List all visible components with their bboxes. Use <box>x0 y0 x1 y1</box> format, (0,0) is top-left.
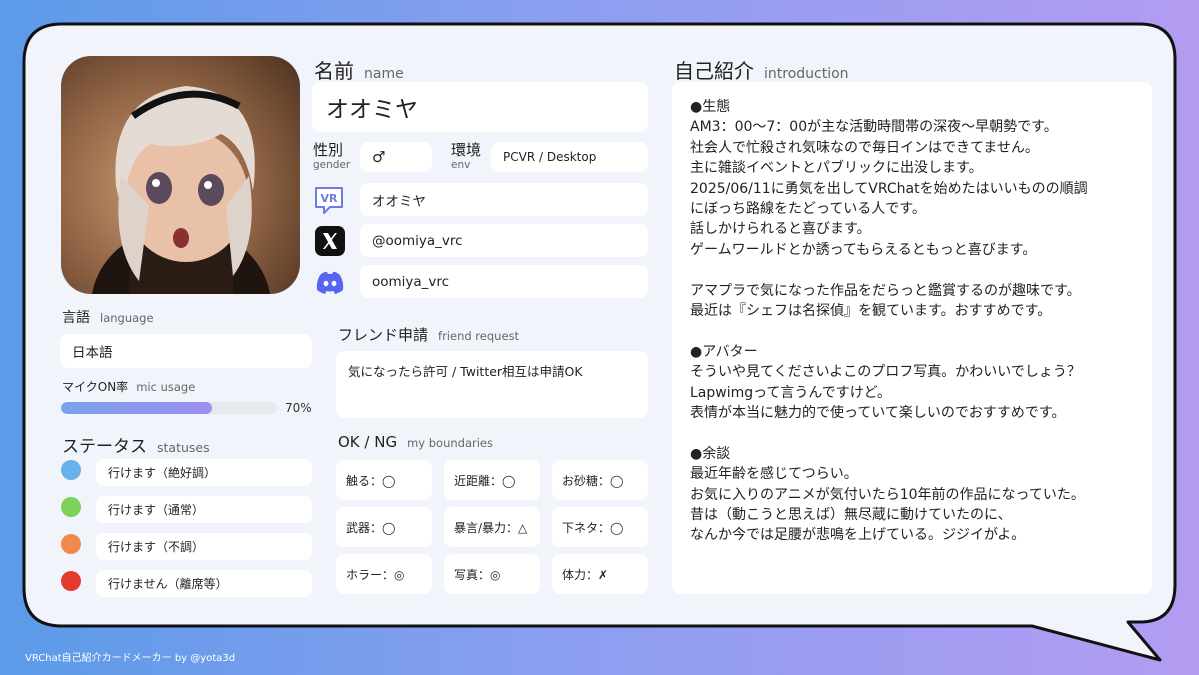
boundary-horror: ホラー：◎ <box>336 554 432 594</box>
boundaries-heading: OK / NG my boundaries <box>338 433 493 451</box>
boundary-touch: 触る：◯ <box>336 460 432 500</box>
intro-line: AM3：00〜7：00が主な活動時間帯の深夜〜早朝勢です。 <box>690 119 1058 136</box>
intro-line: そういや見てくださいよこのプロフ写真。かわいいでしょう？ <box>690 364 1081 381</box>
mic-usage-bar <box>61 402 277 414</box>
statuses-heading: ステータス statuses <box>62 437 210 457</box>
boundary-photo: 写真：◎ <box>444 554 540 594</box>
intro-line <box>690 423 1134 443</box>
name-field: オオミヤ <box>312 82 648 132</box>
name-heading: 名前 name <box>314 59 404 83</box>
intro-line: にぼっち路線をたどっている人です。 <box>690 201 926 218</box>
boundary-osatou: お砂糖：◯ <box>552 460 648 500</box>
footer-credit: VRChat自己紹介カードメーカー by @yota3d <box>25 653 236 664</box>
boundary-close-distance: 近距離：◯ <box>444 460 540 500</box>
intro-line: Lapwimgって言うんですけど。 <box>690 384 892 401</box>
x-account-field: @oomiya_vrc <box>360 224 648 257</box>
intro-line <box>690 260 1134 280</box>
language-field: 日本語 <box>60 334 312 368</box>
mic-heading: マイクON率 mic usage <box>62 380 196 394</box>
intro-line: 最近は『シェフは名探偵』を観ています。おすすめです。 <box>690 303 1052 320</box>
boundary-weapons: 武器：◯ <box>336 507 432 547</box>
x-icon <box>314 225 346 257</box>
vrchat-name-field: オオミヤ <box>360 183 648 216</box>
boundary-stamina: 体力：✗ <box>552 554 648 594</box>
status-unavailable-field: 行けません（離席等） <box>96 570 312 597</box>
introduction-field: ●生態 AM3：00〜7：00が主な活動時間帯の深夜〜早朝勢です。 社会人で忙殺… <box>672 82 1152 594</box>
friend-request-heading: フレンド申請 friend request <box>338 326 520 344</box>
discord-icon <box>314 266 346 298</box>
intro-line: 主に雑談イベントとパブリックに出没します。 <box>690 160 983 177</box>
intro-line: 社会人で忙殺され気味なので毎日インはできてません。 <box>690 139 1039 156</box>
intro-line: ●生態 <box>690 99 731 115</box>
avatar-photo <box>61 56 300 294</box>
intro-line: 話しかけられると喜びます。 <box>690 221 871 238</box>
intro-line: 最近年齢を感じてつらい。 <box>690 466 858 483</box>
boundary-lewd: 下ネタ：◯ <box>552 507 648 547</box>
vrchat-icon-text: VR <box>321 192 339 205</box>
mic-usage-percent: 70% <box>285 401 312 415</box>
intro-line: ●余談 <box>690 445 731 462</box>
env-label: 環境 env <box>451 141 482 171</box>
boundary-violence: 暴言/暴力：△ <box>444 507 540 547</box>
intro-line: 表情が本当に魅力的で使っていて楽しいのでおすすめです。 <box>690 405 1066 422</box>
gender-label: 性別 gender <box>313 141 351 171</box>
discord-account-field: oomiya_vrc <box>360 265 648 298</box>
gender-field: ♂ <box>360 142 432 172</box>
mic-usage-fill <box>61 402 213 414</box>
intro-line <box>690 321 1134 341</box>
status-dot-normal <box>61 497 81 517</box>
vrchat-icon: VR <box>313 184 345 216</box>
intro-line: お気に入りのアニメが気付いたら10年前の作品になっていた。 <box>690 486 1085 503</box>
status-dot-great <box>61 460 81 480</box>
intro-line: アマプラで気になった作品をだらっと鑑賞するのが趣味です。 <box>690 282 1081 299</box>
status-dot-poor <box>61 534 81 554</box>
introduction-heading: 自己紹介 introduction <box>674 59 849 83</box>
status-dot-unavailable <box>61 571 81 591</box>
status-normal-field: 行けます（通常） <box>96 496 312 523</box>
status-poor-field: 行けます（不調） <box>96 533 312 560</box>
env-field: PCVR / Desktop <box>491 142 648 172</box>
language-heading: 言語 language <box>62 310 154 326</box>
status-great-field: 行けます（絶好調） <box>96 459 312 486</box>
intro-line: 2025/06/11に勇気を出してVRChatを始めたはいいものの順調 <box>690 180 1088 197</box>
intro-line: ゲームワールドとか誘ってもらえるともっと喜びます。 <box>690 241 1037 258</box>
profile-card: 名前 name オオミヤ 性別 gender ♂ 環境 env PCVR / Desk… <box>0 0 1199 675</box>
intro-line: 昔は（動こうと思えば）無尽蔵に動けていたのに、 <box>690 507 1012 524</box>
friend-request-field: 気になったら許可 / Twitter相互は申請OK <box>336 351 648 418</box>
intro-line: なんか今では足腰が悲鳴を上げている。ジジイがよ。 <box>690 527 1026 544</box>
intro-line: ●アバター <box>690 343 758 360</box>
